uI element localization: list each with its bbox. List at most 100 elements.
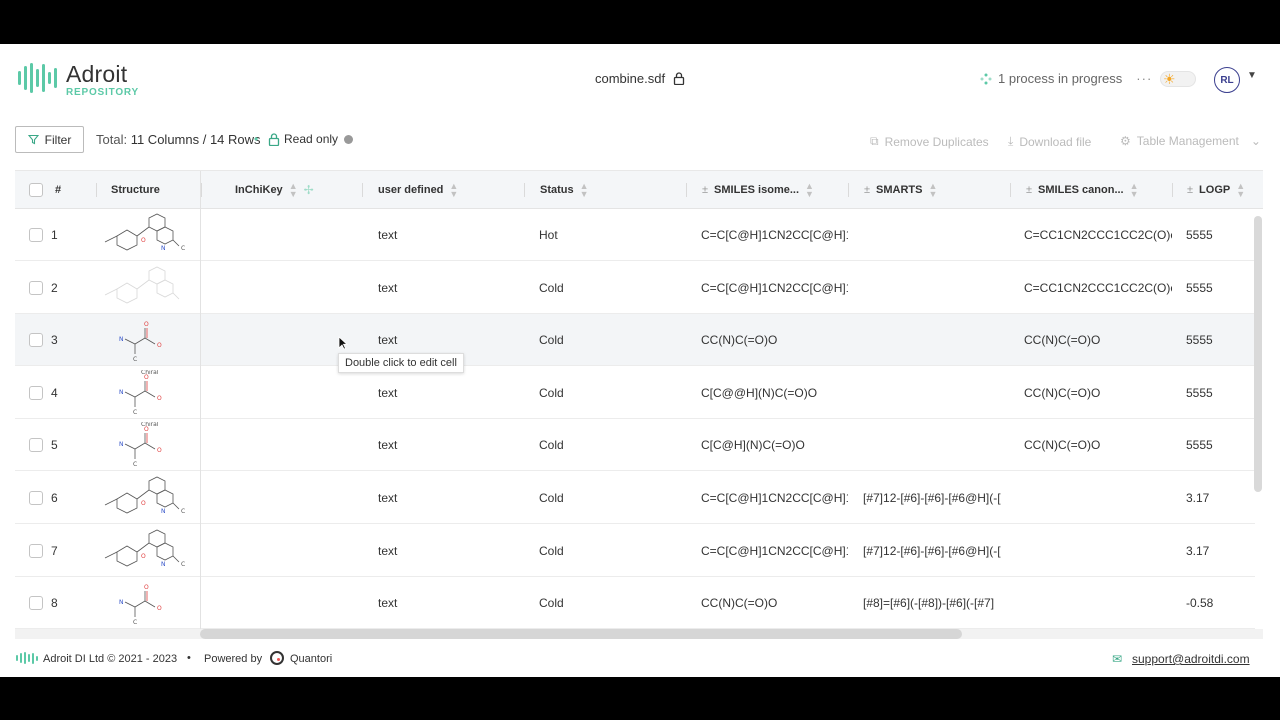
smiles-canonical-cell[interactable]: [1024, 577, 1172, 629]
sort-icon[interactable]: ▲ ▼: [289, 182, 298, 199]
smiles-isomeric-cell[interactable]: CC(N)C(=O)O: [701, 314, 848, 366]
logp-cell[interactable]: 5555: [1186, 209, 1246, 261]
row-checkbox[interactable]: [29, 491, 43, 505]
smarts-cell[interactable]: [863, 314, 1010, 366]
structure-cell[interactable]: O N C: [97, 475, 187, 524]
sort-icon[interactable]: ▲ ▼: [929, 182, 938, 199]
status-cell[interactable]: Hot: [539, 209, 679, 261]
user-defined-cell[interactable]: text: [378, 262, 518, 314]
smiles-isomeric-cell[interactable]: CC(N)C(=O)O: [701, 577, 848, 629]
smiles-canonical-cell[interactable]: C=CC1CN2CCC1CC2C(O)c1: [1024, 209, 1172, 261]
smiles-isomeric-cell[interactable]: C=C[C@H]1CN2CC[C@H]1C: [701, 472, 848, 524]
logp-cell[interactable]: 5555: [1186, 262, 1246, 314]
smarts-cell[interactable]: [#7]12-[#6]-[#6]-[#6@H](-[: [863, 525, 1010, 577]
process-indicator[interactable]: 1 process in progress ···: [980, 71, 1152, 86]
structure-cell[interactable]: [97, 265, 187, 314]
status-cell[interactable]: Cold: [539, 525, 679, 577]
row-checkbox[interactable]: [29, 333, 43, 348]
smiles-canonical-cell[interactable]: C=CC1CN2CCC1CC2C(O)c1: [1024, 262, 1172, 314]
table-management-button[interactable]: ⚙ Table Management ⌄: [1120, 134, 1261, 148]
column-inchikey[interactable]: InChiKey ▲ ▼ ✢: [235, 171, 314, 209]
select-all-checkbox[interactable]: [29, 183, 43, 197]
row-checkbox[interactable]: [29, 543, 43, 558]
user-defined-cell[interactable]: text: [378, 525, 518, 577]
status-cell[interactable]: Cold: [539, 314, 679, 366]
smiles-isomeric-cell[interactable]: C=C[C@H]1CN2CC[C@H]1C: [701, 525, 848, 577]
smarts-cell[interactable]: [#7]12-[#6]-[#6]-[#6@H](-[: [863, 472, 1010, 524]
row-checkbox[interactable]: [29, 280, 43, 295]
sort-icon[interactable]: ▲ ▼: [580, 182, 589, 199]
status-cell[interactable]: Cold: [539, 262, 679, 314]
smiles-isomeric-cell[interactable]: C=C[C@H]1CN2CC[C@H]1C: [701, 209, 848, 261]
row-checkbox[interactable]: [29, 228, 43, 242]
support-email-link[interactable]: support@adroitdi.com: [1132, 652, 1250, 666]
structure-cell[interactable]: N O O C: [97, 580, 177, 629]
table-row[interactable]: 5 N O O C Chiral text Cold C[C@H](N)C(=O)O CC(N)C…: [15, 419, 1255, 472]
user-defined-cell[interactable]: text: [378, 419, 518, 471]
row-checkbox[interactable]: [29, 438, 43, 453]
smiles-isomeric-cell[interactable]: C=C[C@H]1CN2CC[C@H]1C: [701, 262, 848, 314]
smarts-cell[interactable]: [863, 209, 1010, 261]
user-defined-cell[interactable]: text: [378, 472, 518, 524]
logp-cell[interactable]: 5555: [1186, 314, 1246, 366]
structure-cell[interactable]: N O O C: [97, 317, 177, 366]
table-row[interactable]: 4 N O O C Chiral text Cold C[C@@H](N)C(=O)O CC(N)…: [15, 367, 1255, 419]
sort-icon[interactable]: ▲ ▼: [1236, 182, 1245, 199]
smarts-cell[interactable]: [863, 367, 1010, 419]
avatar[interactable]: RL: [1214, 67, 1240, 93]
row-checkbox[interactable]: [29, 385, 43, 400]
column-smiles-isomeric[interactable]: ± SMILES isome... ▲ ▼: [702, 171, 814, 209]
more-options-icon[interactable]: ···: [1136, 71, 1152, 86]
smiles-isomeric-cell[interactable]: C[C@H](N)C(=O)O: [701, 419, 848, 471]
column-user-defined[interactable]: user defined ▲ ▼: [378, 171, 458, 209]
table-row[interactable]: 1 O N Ctext Hot C=C[C@H]1CN2CC[C@H]1C C=CC1CN2…: [15, 209, 1255, 261]
user-defined-cell[interactable]: text: [378, 209, 518, 261]
smiles-canonical-cell[interactable]: CC(N)C(=O)O: [1024, 367, 1172, 419]
partner-name[interactable]: Quantori: [290, 653, 332, 665]
vertical-scrollbar[interactable]: [1254, 216, 1262, 492]
sort-icon[interactable]: ▲ ▼: [1130, 182, 1139, 199]
table-row[interactable]: 6 O N Ctext Cold C=C[C@H]1CN2CC[C@H]1C [#7]12-…: [15, 472, 1255, 524]
chevron-down-icon[interactable]: ▼: [1247, 70, 1257, 81]
smiles-canonical-cell[interactable]: [1024, 525, 1172, 577]
sort-icon[interactable]: ▲ ▼: [805, 182, 814, 199]
column-status[interactable]: Status ▲ ▼: [540, 171, 589, 209]
app-logo[interactable]: Adroit REPOSITORY: [18, 62, 139, 98]
table-row[interactable]: 3 N O O Ctext Cold CC(N)C(=O)O CC(N)C(=O)O 5555: [15, 314, 1255, 367]
logp-cell[interactable]: 5555: [1186, 367, 1246, 419]
status-cell[interactable]: Cold: [539, 472, 679, 524]
smiles-canonical-cell[interactable]: [1024, 472, 1172, 524]
table-row[interactable]: 8 N O O Ctext Cold CC(N)C(=O)O [#8]=[#6](-[#8])…: [15, 577, 1255, 630]
smarts-cell[interactable]: [863, 419, 1010, 471]
user-defined-cell[interactable]: text: [378, 367, 518, 419]
status-cell[interactable]: Cold: [539, 367, 679, 419]
horizontal-scrollbar[interactable]: [200, 629, 962, 639]
column-logp[interactable]: ± LOGP ▲ ▼: [1187, 171, 1245, 209]
structure-cell[interactable]: N O O C Chiral: [97, 369, 177, 419]
download-file-button[interactable]: ⤓ Download file: [1008, 134, 1091, 149]
column-structure[interactable]: Structure: [111, 171, 160, 209]
logp-cell[interactable]: 3.17: [1186, 525, 1246, 577]
smiles-isomeric-cell[interactable]: C[C@@H](N)C(=O)O: [701, 367, 848, 419]
structure-cell[interactable]: N O O C Chiral: [97, 421, 177, 471]
table-row[interactable]: 7 O N Ctext Cold C=C[C@H]1CN2CC[C@H]1C [#7]12-…: [15, 525, 1255, 577]
smiles-canonical-cell[interactable]: CC(N)C(=O)O: [1024, 314, 1172, 366]
logp-cell[interactable]: -0.58: [1186, 577, 1246, 629]
smarts-cell[interactable]: [863, 262, 1010, 314]
smiles-canonical-cell[interactable]: CC(N)C(=O)O: [1024, 419, 1172, 471]
user-defined-cell[interactable]: text: [378, 577, 518, 629]
status-cell[interactable]: Cold: [539, 419, 679, 471]
theme-toggle[interactable]: ☀: [1160, 71, 1196, 87]
logp-cell[interactable]: 5555: [1186, 419, 1246, 471]
logp-cell[interactable]: 3.17: [1186, 472, 1246, 524]
structure-cell[interactable]: O N C: [97, 212, 187, 261]
table-row[interactable]: 2 text Cold C=C[C@H]1CN2CC[C@H]1C C=CC1CN2CC…: [15, 262, 1255, 314]
remove-duplicates-button[interactable]: ⧉ Remove Duplicates: [870, 134, 989, 149]
structure-cell[interactable]: O N C: [97, 528, 187, 577]
sort-icon[interactable]: ▲ ▼: [449, 182, 458, 199]
column-smiles-canonical[interactable]: ± SMILES canon... ▲ ▼: [1026, 171, 1139, 209]
filter-button[interactable]: Filter: [15, 126, 84, 153]
row-checkbox[interactable]: [29, 596, 43, 611]
info-icon[interactable]: [344, 134, 354, 144]
column-smarts[interactable]: ± SMARTS ▲ ▼: [864, 171, 937, 209]
